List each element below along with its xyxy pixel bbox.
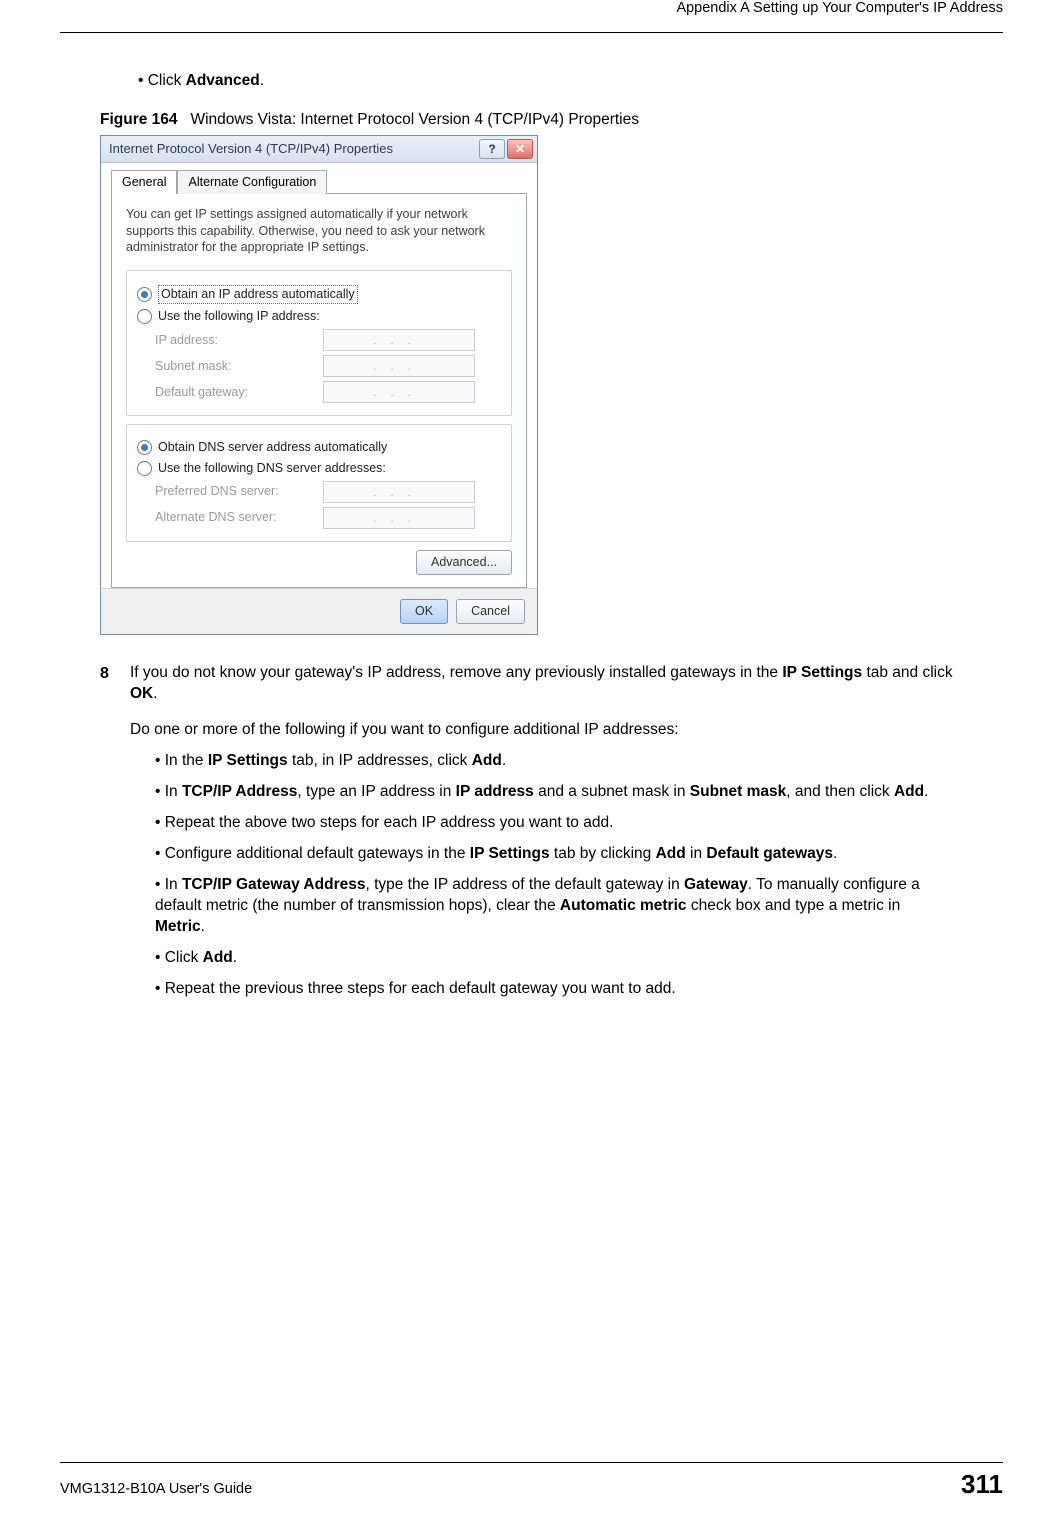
intro-bullet: Click Advanced. xyxy=(138,71,1003,92)
para-do-more: Do one or more of the following if you w… xyxy=(130,720,963,741)
step8-t2: tab and click xyxy=(862,664,952,681)
ip-group: Obtain an IP address automatically Use t… xyxy=(126,270,512,416)
step8-b2: OK xyxy=(130,685,153,702)
bul4-t4: . xyxy=(833,845,837,862)
bul5-b4: Metric xyxy=(155,918,201,935)
bul7-t1: Repeat the previous three steps for each… xyxy=(165,980,676,997)
radio-obtain-dns-auto[interactable] xyxy=(137,440,152,455)
bul6-t1: Click xyxy=(165,949,203,966)
dialog-description: You can get IP settings assigned automat… xyxy=(126,206,512,257)
bul2-b3: Subnet mask xyxy=(690,783,786,800)
alternate-dns-label: Alternate DNS server: xyxy=(155,509,315,526)
dns-group: Obtain DNS server address automatically … xyxy=(126,424,512,542)
step-8-body: If you do not know your gateway's IP add… xyxy=(130,663,963,705)
cancel-button[interactable]: Cancel xyxy=(456,599,525,624)
radio-obtain-ip-auto-label: Obtain an IP address automatically xyxy=(158,285,358,304)
step8-b1: IP Settings xyxy=(782,664,862,681)
step-8-number: 8 xyxy=(100,663,130,705)
preferred-dns-input[interactable]: ... xyxy=(323,481,475,503)
bul5-t4: check box and type a metric in xyxy=(687,897,901,914)
bullet-click-add: Click Add. xyxy=(155,948,943,969)
bul4-t1: Configure additional default gateways in… xyxy=(165,845,470,862)
alternate-dns-input[interactable]: ... xyxy=(323,507,475,529)
step8-t1: If you do not know your gateway's IP add… xyxy=(130,664,782,681)
bul5-t2: , type the IP address of the default gat… xyxy=(365,876,684,893)
default-gateway-label: Default gateway: xyxy=(155,384,315,401)
figure-caption: Figure 164 Windows Vista: Internet Proto… xyxy=(100,110,1003,131)
bul5-b2: Gateway xyxy=(684,876,748,893)
bul6-t2: . xyxy=(233,949,237,966)
radio-use-dns[interactable] xyxy=(137,461,152,476)
subnet-mask-input[interactable]: ... xyxy=(323,355,475,377)
bul1-t2: tab, in IP addresses, click xyxy=(288,752,472,769)
bullet-repeat-ip: Repeat the above two steps for each IP a… xyxy=(155,813,943,834)
footer-guide-name: VMG1312-B10A User's Guide xyxy=(60,1481,252,1497)
bullet-tcpip-address: In TCP/IP Address, type an IP address in… xyxy=(155,782,943,803)
bul4-t3: in xyxy=(686,845,707,862)
step-8: 8 If you do not know your gateway's IP a… xyxy=(100,663,963,705)
footer-page-number: 311 xyxy=(961,1469,1003,1500)
figure-label: Figure 164 xyxy=(100,111,178,128)
bul2-t2: , type an IP address in xyxy=(297,783,455,800)
advanced-button[interactable]: Advanced... xyxy=(416,550,512,575)
intro-bullet-prefix: Click xyxy=(148,72,186,89)
radio-obtain-dns-auto-label: Obtain DNS server address automatically xyxy=(158,439,387,456)
subnet-mask-label: Subnet mask: xyxy=(155,358,315,375)
close-button[interactable]: ✕ xyxy=(507,139,533,159)
bul2-b1: TCP/IP Address xyxy=(182,783,297,800)
bul5-b1: TCP/IP Gateway Address xyxy=(182,876,366,893)
dialog-titlebar: Internet Protocol Version 4 (TCP/IPv4) P… xyxy=(101,136,537,163)
tab-general[interactable]: General xyxy=(111,170,177,194)
bul1-b1: IP Settings xyxy=(208,752,288,769)
bullet-tcpip-gateway: In TCP/IP Gateway Address, type the IP a… xyxy=(155,875,943,938)
bul4-b1: IP Settings xyxy=(470,845,550,862)
bul5-b3: Automatic metric xyxy=(560,897,687,914)
radio-obtain-ip-auto[interactable] xyxy=(137,287,152,302)
bul2-t1: In xyxy=(165,783,182,800)
radio-use-ip[interactable] xyxy=(137,309,152,324)
bul6-b1: Add xyxy=(203,949,233,966)
tcpip-dialog: Internet Protocol Version 4 (TCP/IPv4) P… xyxy=(100,135,538,635)
bul2-b4: Add xyxy=(894,783,924,800)
step8-t3: . xyxy=(153,685,157,702)
intro-bullet-suffix: . xyxy=(260,72,264,89)
page-footer: VMG1312-B10A User's Guide 311 xyxy=(60,1462,1003,1500)
header-rule xyxy=(60,32,1003,33)
intro-bullet-bold: Advanced xyxy=(186,72,260,89)
bul2-t5: . xyxy=(924,783,928,800)
ip-address-input[interactable]: ... xyxy=(323,329,475,351)
bul4-t2: tab by clicking xyxy=(550,845,656,862)
bul5-t5: . xyxy=(201,918,205,935)
dialog-title: Internet Protocol Version 4 (TCP/IPv4) P… xyxy=(105,140,393,158)
help-button[interactable]: ? xyxy=(479,139,505,159)
bul4-b3: Default gateways xyxy=(706,845,833,862)
radio-use-dns-label: Use the following DNS server addresses: xyxy=(158,460,386,477)
tab-alternate-configuration[interactable]: Alternate Configuration xyxy=(177,170,327,194)
ip-address-label: IP address: xyxy=(155,332,315,349)
bul3-t1: Repeat the above two steps for each IP a… xyxy=(165,814,614,831)
bullet-default-gateways: Configure additional default gateways in… xyxy=(155,844,943,865)
bul5-t1: In xyxy=(165,876,182,893)
bullet-repeat-gateway: Repeat the previous three steps for each… xyxy=(155,979,943,1000)
preferred-dns-label: Preferred DNS server: xyxy=(155,483,315,500)
bul1-b2: Add xyxy=(472,752,502,769)
bul1-t3: . xyxy=(502,752,506,769)
bul2-b2: IP address xyxy=(456,783,534,800)
header-appendix: Appendix A Setting up Your Computer's IP… xyxy=(60,0,1003,20)
bullet-ip-settings-add: In the IP Settings tab, in IP addresses,… xyxy=(155,751,943,772)
bul4-b2: Add xyxy=(656,845,686,862)
bul2-t3: and a subnet mask in xyxy=(534,783,690,800)
radio-use-ip-label: Use the following IP address: xyxy=(158,308,320,325)
ok-button[interactable]: OK xyxy=(400,599,448,624)
figure-caption-text: Windows Vista: Internet Protocol Version… xyxy=(190,111,639,128)
bul2-t4: , and then click xyxy=(786,783,894,800)
bul1-t1: In the xyxy=(165,752,208,769)
default-gateway-input[interactable]: ... xyxy=(323,381,475,403)
